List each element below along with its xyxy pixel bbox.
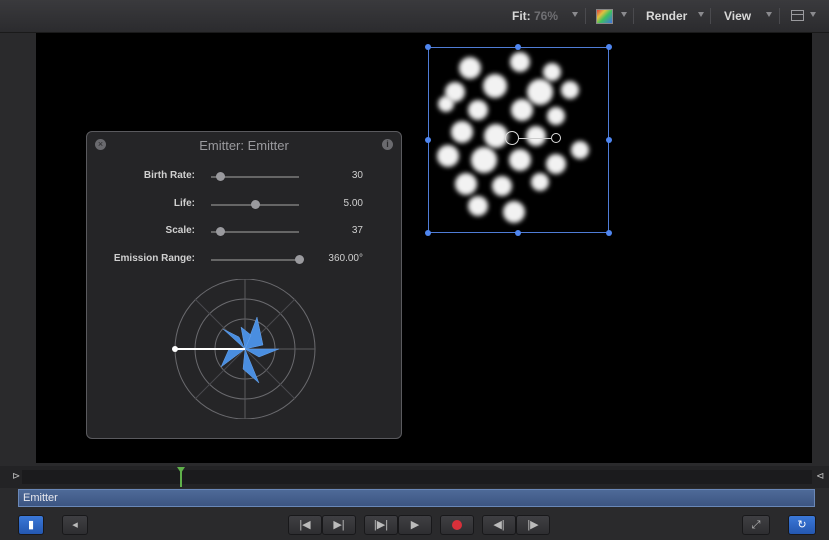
emission-angle-handle[interactable] bbox=[172, 346, 178, 352]
channel-dropdown-caret-icon[interactable] bbox=[621, 12, 627, 17]
fit-zoom-value[interactable]: 76% bbox=[534, 9, 558, 23]
mute-icon: ◂ bbox=[72, 519, 78, 531]
anchor-line bbox=[519, 138, 551, 139]
rotation-handle-icon[interactable] bbox=[551, 133, 561, 143]
playhead[interactable] bbox=[180, 469, 182, 487]
transform-handle[interactable] bbox=[606, 137, 612, 143]
layout-icon[interactable] bbox=[791, 10, 804, 21]
step-back-icon: |▶| bbox=[373, 519, 389, 531]
param-value[interactable]: 30 bbox=[313, 170, 363, 181]
slider-knob[interactable] bbox=[295, 255, 304, 264]
go-to-start-icon: |◀ bbox=[299, 519, 311, 531]
transform-handle[interactable] bbox=[515, 230, 521, 236]
step-back-button[interactable]: |▶| bbox=[364, 515, 398, 535]
previous-frame-icon: ◀| bbox=[493, 519, 505, 531]
play-button[interactable]: ▶ bbox=[398, 515, 432, 535]
next-frame-icon: |▶ bbox=[527, 519, 539, 531]
emitter-hud[interactable]: × Emitter: Emitter i Birth Rate: 30 Life: 5… bbox=[86, 131, 402, 439]
mute-button[interactable]: ◂ bbox=[62, 515, 88, 535]
go-to-start-button[interactable]: |◀ bbox=[288, 515, 322, 535]
layer-label: Emitter bbox=[23, 492, 58, 504]
param-label: Scale: bbox=[165, 225, 195, 236]
record-button[interactable] bbox=[440, 515, 474, 535]
param-slider[interactable] bbox=[211, 255, 304, 264]
slider-knob[interactable] bbox=[251, 200, 260, 209]
toolbar-divider bbox=[710, 8, 711, 24]
out-point-marker-icon[interactable]: ⊲ bbox=[816, 471, 824, 483]
param-value[interactable]: 37 bbox=[313, 225, 363, 236]
param-label: Emission Range: bbox=[113, 253, 195, 264]
loop-button[interactable]: ↻ bbox=[788, 515, 816, 535]
timeline-track[interactable] bbox=[22, 470, 812, 484]
fullscreen-icon: ⤢ bbox=[751, 519, 761, 531]
render-dropdown-caret-icon[interactable] bbox=[698, 12, 704, 17]
mini-timeline[interactable] bbox=[0, 466, 829, 488]
viewer-toolbar: Fit: 76% Render View bbox=[0, 0, 829, 33]
anchor-point-icon[interactable] bbox=[505, 131, 519, 145]
layout-dropdown-caret-icon[interactable] bbox=[810, 12, 816, 17]
transform-handle[interactable] bbox=[425, 137, 431, 143]
transform-handle[interactable] bbox=[425, 44, 431, 50]
emission-angle-wheel[interactable] bbox=[167, 279, 323, 419]
fullscreen-button[interactable]: ⤢ bbox=[742, 515, 770, 535]
param-slider[interactable] bbox=[211, 200, 299, 209]
param-slider[interactable] bbox=[211, 172, 299, 181]
transform-handle[interactable] bbox=[606, 44, 612, 50]
slider-knob[interactable] bbox=[215, 227, 225, 236]
play-icon: ▶ bbox=[410, 519, 420, 531]
toolbar-divider bbox=[585, 8, 586, 24]
record-icon bbox=[452, 520, 462, 531]
fit-label: Fit: bbox=[512, 9, 531, 23]
next-frame-button[interactable]: |▶ bbox=[516, 515, 550, 535]
param-label: Life: bbox=[173, 198, 195, 209]
fit-dropdown-caret-icon[interactable] bbox=[572, 12, 578, 17]
transform-handle[interactable] bbox=[606, 230, 612, 236]
play-range-button[interactable]: ▮ bbox=[18, 515, 44, 535]
hud-title: Emitter: Emitter bbox=[199, 138, 289, 153]
go-to-end-button[interactable]: ▶| bbox=[322, 515, 356, 535]
layer-bar-emitter[interactable]: Emitter bbox=[18, 489, 815, 507]
info-icon[interactable]: i bbox=[382, 139, 393, 150]
previous-frame-button[interactable]: ◀| bbox=[482, 515, 516, 535]
param-value[interactable]: 360.00° bbox=[313, 253, 363, 264]
transform-handle[interactable] bbox=[425, 230, 431, 236]
play-range-icon: ▮ bbox=[27, 519, 35, 531]
param-slider[interactable] bbox=[211, 227, 299, 236]
transform-handle[interactable] bbox=[515, 44, 521, 50]
loop-icon: ↻ bbox=[797, 519, 807, 531]
color-channel-icon[interactable] bbox=[596, 9, 613, 24]
in-point-marker-icon[interactable]: ⊳ bbox=[12, 471, 20, 483]
render-menu[interactable]: Render bbox=[646, 9, 687, 23]
slider-knob[interactable] bbox=[215, 172, 225, 181]
toolbar-divider bbox=[633, 8, 634, 24]
view-menu[interactable]: View bbox=[724, 9, 751, 23]
go-to-end-icon: ▶| bbox=[333, 519, 345, 531]
view-dropdown-caret-icon[interactable] bbox=[766, 12, 772, 17]
param-value[interactable]: 5.00 bbox=[313, 198, 363, 209]
toolbar-divider bbox=[779, 8, 780, 24]
param-label: Birth Rate: bbox=[143, 170, 195, 181]
